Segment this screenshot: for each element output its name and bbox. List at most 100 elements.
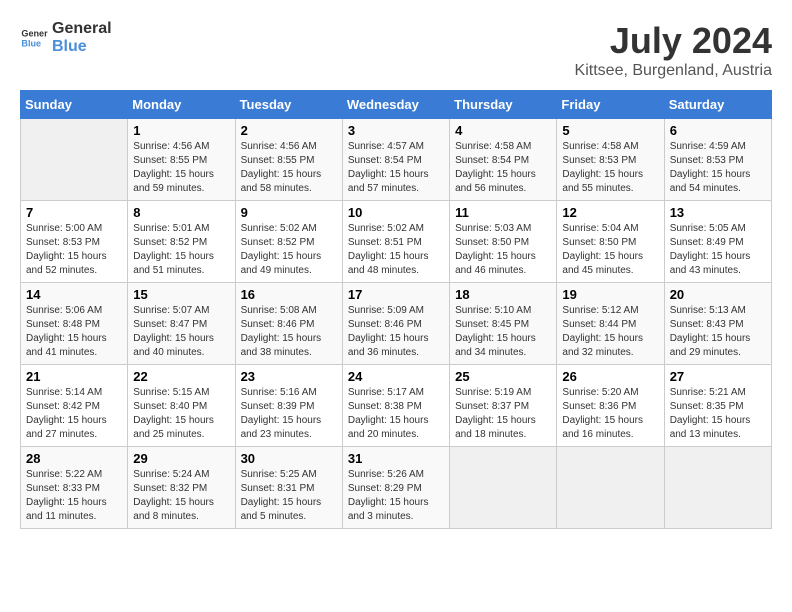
day-number: 13 [670, 205, 766, 220]
day-number: 14 [26, 287, 122, 302]
day-number: 22 [133, 369, 229, 384]
day-number: 18 [455, 287, 551, 302]
calendar-cell: 20 Sunrise: 5:13 AM Sunset: 8:43 PM Dayli… [664, 283, 771, 365]
day-number: 19 [562, 287, 658, 302]
header-day-tuesday: Tuesday [235, 91, 342, 119]
calendar-cell: 29 Sunrise: 5:24 AM Sunset: 8:32 PM Dayli… [128, 447, 235, 529]
calendar-cell: 30 Sunrise: 5:25 AM Sunset: 8:31 PM Dayli… [235, 447, 342, 529]
calendar-cell: 2 Sunrise: 4:56 AM Sunset: 8:55 PM Daylig… [235, 119, 342, 201]
calendar-cell: 7Sunrise: 5:00 AM Sunset: 8:53 PM Daylig… [21, 201, 128, 283]
day-number: 26 [562, 369, 658, 384]
calendar-week-row: 14 Sunrise: 5:06 AM Sunset: 8:48 PM Dayli… [21, 283, 772, 365]
day-info: Sunrise: 5:24 AM Sunset: 8:32 PM Dayligh… [133, 468, 229, 524]
calendar-cell: 6Sunrise: 4:59 AM Sunset: 8:53 PM Daylig… [664, 119, 771, 201]
calendar-cell: 27 Sunrise: 5:21 AM Sunset: 8:35 PM Dayli… [664, 365, 771, 447]
calendar-cell: 11 Sunrise: 5:03 AM Sunset: 8:50 PM Dayli… [450, 201, 557, 283]
day-info: Sunrise: 5:06 AM Sunset: 8:48 PM Dayligh… [26, 304, 122, 360]
location: Kittsee, Burgenland, Austria [575, 62, 772, 80]
day-info: Sunrise: 5:00 AM Sunset: 8:53 PM Dayligh… [26, 222, 122, 278]
calendar-cell: 17 Sunrise: 5:09 AM Sunset: 8:46 PM Dayli… [342, 283, 449, 365]
day-info: Sunrise: 5:21 AM Sunset: 8:35 PM Dayligh… [670, 386, 766, 442]
day-number: 20 [670, 287, 766, 302]
day-info: Sunrise: 4:58 AM Sunset: 8:53 PM Dayligh… [562, 140, 658, 196]
calendar-cell: 25 Sunrise: 5:19 AM Sunset: 8:37 PM Dayli… [450, 365, 557, 447]
day-info: Sunrise: 5:02 AM Sunset: 8:51 PM Dayligh… [348, 222, 444, 278]
calendar-cell [450, 447, 557, 529]
header-day-monday: Monday [128, 91, 235, 119]
day-number: 10 [348, 205, 444, 220]
calendar-week-row: 21 Sunrise: 5:14 AM Sunset: 8:42 PM Dayli… [21, 365, 772, 447]
calendar-cell: 12 Sunrise: 5:04 AM Sunset: 8:50 PM Dayli… [557, 201, 664, 283]
day-info: Sunrise: 5:14 AM Sunset: 8:42 PM Dayligh… [26, 386, 122, 442]
day-info: Sunrise: 5:01 AM Sunset: 8:52 PM Dayligh… [133, 222, 229, 278]
calendar-cell: 16 Sunrise: 5:08 AM Sunset: 8:46 PM Dayli… [235, 283, 342, 365]
calendar-cell: 26Sunrise: 5:20 AM Sunset: 8:36 PM Dayli… [557, 365, 664, 447]
calendar-week-row: 1 Sunrise: 4:56 AM Sunset: 8:55 PM Daylig… [21, 119, 772, 201]
calendar-cell: 5 Sunrise: 4:58 AM Sunset: 8:53 PM Daylig… [557, 119, 664, 201]
calendar-cell: 1 Sunrise: 4:56 AM Sunset: 8:55 PM Daylig… [128, 119, 235, 201]
day-number: 1 [133, 123, 229, 138]
day-number: 27 [670, 369, 766, 384]
day-info: Sunrise: 5:10 AM Sunset: 8:45 PM Dayligh… [455, 304, 551, 360]
calendar-cell: 4Sunrise: 4:58 AM Sunset: 8:54 PM Daylig… [450, 119, 557, 201]
day-info: Sunrise: 5:26 AM Sunset: 8:29 PM Dayligh… [348, 468, 444, 524]
title-block: July 2024 Kittsee, Burgenland, Austria [575, 20, 772, 80]
day-number: 21 [26, 369, 122, 384]
svg-text:General: General [21, 28, 48, 38]
day-info: Sunrise: 5:03 AM Sunset: 8:50 PM Dayligh… [455, 222, 551, 278]
day-number: 31 [348, 451, 444, 466]
day-number: 30 [241, 451, 337, 466]
calendar-cell: 15Sunrise: 5:07 AM Sunset: 8:47 PM Dayli… [128, 283, 235, 365]
calendar-cell [557, 447, 664, 529]
day-number: 28 [26, 451, 122, 466]
day-info: Sunrise: 5:16 AM Sunset: 8:39 PM Dayligh… [241, 386, 337, 442]
day-info: Sunrise: 5:02 AM Sunset: 8:52 PM Dayligh… [241, 222, 337, 278]
svg-text:Blue: Blue [21, 38, 41, 48]
calendar-cell: 22 Sunrise: 5:15 AM Sunset: 8:40 PM Dayli… [128, 365, 235, 447]
day-number: 11 [455, 205, 551, 220]
day-number: 17 [348, 287, 444, 302]
calendar-cell: 24Sunrise: 5:17 AM Sunset: 8:38 PM Dayli… [342, 365, 449, 447]
day-number: 25 [455, 369, 551, 384]
day-number: 15 [133, 287, 229, 302]
day-info: Sunrise: 5:13 AM Sunset: 8:43 PM Dayligh… [670, 304, 766, 360]
day-info: Sunrise: 4:58 AM Sunset: 8:54 PM Dayligh… [455, 140, 551, 196]
header-day-wednesday: Wednesday [342, 91, 449, 119]
day-number: 6 [670, 123, 766, 138]
day-info: Sunrise: 5:09 AM Sunset: 8:46 PM Dayligh… [348, 304, 444, 360]
day-info: Sunrise: 5:15 AM Sunset: 8:40 PM Dayligh… [133, 386, 229, 442]
logo-general: General [52, 20, 112, 38]
header-day-friday: Friday [557, 91, 664, 119]
day-info: Sunrise: 5:19 AM Sunset: 8:37 PM Dayligh… [455, 386, 551, 442]
calendar-cell: 31 Sunrise: 5:26 AM Sunset: 8:29 PM Dayli… [342, 447, 449, 529]
day-info: Sunrise: 5:04 AM Sunset: 8:50 PM Dayligh… [562, 222, 658, 278]
calendar-week-row: 28 Sunrise: 5:22 AM Sunset: 8:33 PM Dayli… [21, 447, 772, 529]
calendar-header-row: SundayMondayTuesdayWednesdayThursdayFrid… [21, 91, 772, 119]
day-number: 29 [133, 451, 229, 466]
day-number: 9 [241, 205, 337, 220]
logo-blue: Blue [52, 38, 112, 56]
calendar-cell [21, 119, 128, 201]
calendar-cell [664, 447, 771, 529]
day-info: Sunrise: 4:56 AM Sunset: 8:55 PM Dayligh… [241, 140, 337, 196]
page-header: General Blue General Blue July 2024 Kitt… [20, 20, 772, 80]
header-day-sunday: Sunday [21, 91, 128, 119]
day-number: 5 [562, 123, 658, 138]
calendar-cell: 9 Sunrise: 5:02 AM Sunset: 8:52 PM Daylig… [235, 201, 342, 283]
day-number: 16 [241, 287, 337, 302]
header-day-thursday: Thursday [450, 91, 557, 119]
calendar-cell: 19Sunrise: 5:12 AM Sunset: 8:44 PM Dayli… [557, 283, 664, 365]
day-number: 2 [241, 123, 337, 138]
day-number: 24 [348, 369, 444, 384]
day-info: Sunrise: 5:08 AM Sunset: 8:46 PM Dayligh… [241, 304, 337, 360]
calendar-cell: 14 Sunrise: 5:06 AM Sunset: 8:48 PM Dayli… [21, 283, 128, 365]
calendar-cell: 18 Sunrise: 5:10 AM Sunset: 8:45 PM Dayli… [450, 283, 557, 365]
calendar-cell: 23Sunrise: 5:16 AM Sunset: 8:39 PM Dayli… [235, 365, 342, 447]
day-info: Sunrise: 4:56 AM Sunset: 8:55 PM Dayligh… [133, 140, 229, 196]
day-info: Sunrise: 5:25 AM Sunset: 8:31 PM Dayligh… [241, 468, 337, 524]
calendar-week-row: 7Sunrise: 5:00 AM Sunset: 8:53 PM Daylig… [21, 201, 772, 283]
day-info: Sunrise: 5:22 AM Sunset: 8:33 PM Dayligh… [26, 468, 122, 524]
calendar-cell: 13Sunrise: 5:05 AM Sunset: 8:49 PM Dayli… [664, 201, 771, 283]
day-number: 12 [562, 205, 658, 220]
logo-icon: General Blue [20, 24, 48, 52]
